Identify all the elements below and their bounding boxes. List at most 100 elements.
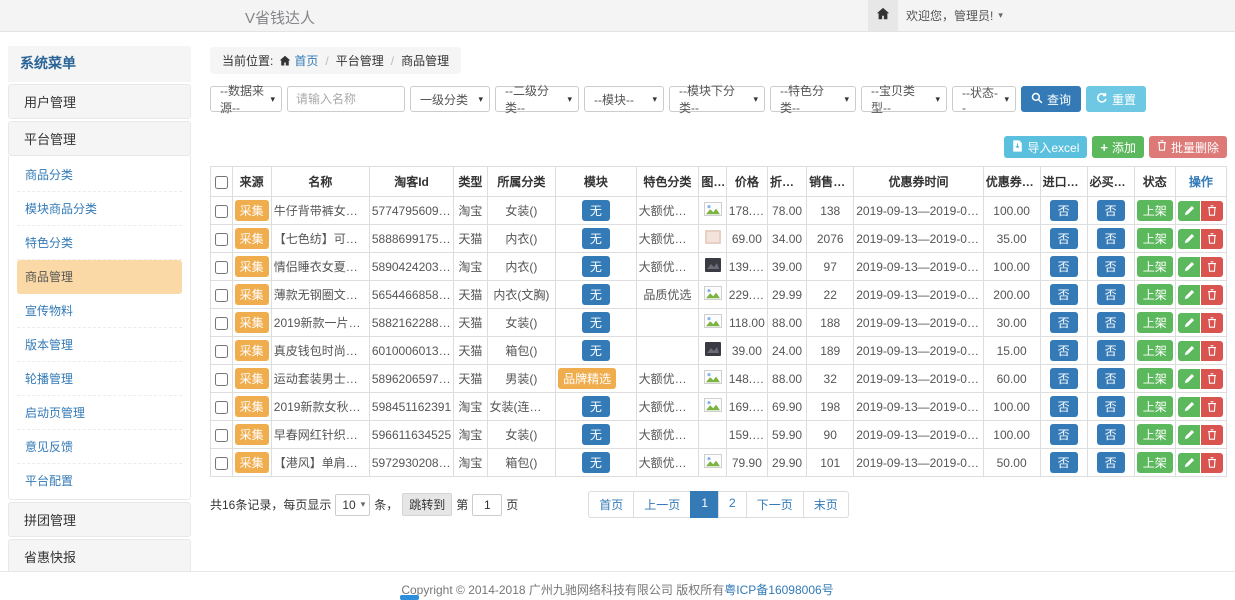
must-buy-toggle[interactable]: 否 [1097, 200, 1125, 221]
page-number-input[interactable] [472, 494, 502, 516]
sidebar-item-5[interactable]: 版本管理 [17, 328, 182, 362]
module-badge[interactable]: 无 [582, 424, 610, 445]
sidebar-item-4[interactable]: 宣传物料 [17, 294, 182, 328]
sidebar-item-8[interactable]: 意见反馈 [17, 430, 182, 464]
module-badge[interactable]: 无 [582, 452, 610, 473]
import-optional-toggle[interactable]: 否 [1050, 284, 1078, 305]
sidebar-item-7[interactable]: 启动页管理 [17, 396, 182, 430]
must-buy-toggle[interactable]: 否 [1097, 452, 1125, 473]
status-button[interactable]: 上架 [1137, 284, 1173, 305]
must-buy-toggle[interactable]: 否 [1097, 284, 1125, 305]
import-optional-toggle[interactable]: 否 [1050, 340, 1078, 361]
sidebar-group-2[interactable]: 拼团管理 [8, 502, 191, 537]
module-badge[interactable]: 无 [582, 284, 610, 305]
home-button[interactable] [868, 0, 898, 31]
status-button[interactable]: 上架 [1137, 368, 1173, 389]
row-checkbox[interactable] [215, 205, 228, 218]
page-button-4[interactable]: 下一页 [746, 491, 804, 518]
page-button-1[interactable]: 上一页 [633, 491, 691, 518]
import-optional-toggle[interactable]: 否 [1050, 396, 1078, 417]
sidebar-item-9[interactable]: 平台配置 [17, 464, 182, 497]
row-checkbox[interactable] [215, 261, 228, 274]
import-optional-toggle[interactable]: 否 [1050, 312, 1078, 333]
import-optional-toggle[interactable]: 否 [1050, 256, 1078, 277]
edit-button[interactable] [1178, 257, 1200, 277]
delete-button[interactable] [1201, 397, 1223, 417]
module-badge[interactable]: 无 [582, 228, 610, 249]
import-optional-toggle[interactable]: 否 [1050, 424, 1078, 445]
sidebar-item-3[interactable]: 商品管理 [17, 260, 182, 294]
row-checkbox[interactable] [215, 401, 228, 414]
import-optional-toggle[interactable]: 否 [1050, 368, 1078, 389]
delete-button[interactable] [1201, 369, 1223, 389]
sidebar-group-3[interactable]: 省惠快报 [8, 539, 191, 571]
delete-button[interactable] [1201, 453, 1223, 473]
filter-item-type-select[interactable]: --宝贝类型--▾ [861, 86, 947, 112]
delete-button[interactable] [1201, 201, 1223, 221]
status-button[interactable]: 上架 [1137, 256, 1173, 277]
status-button[interactable]: 上架 [1137, 312, 1173, 333]
user-menu[interactable]: 欢迎您，管理员! ▾ [906, 0, 1003, 31]
must-buy-toggle[interactable]: 否 [1097, 312, 1125, 333]
must-buy-toggle[interactable]: 否 [1097, 368, 1125, 389]
filter-level2-category-select[interactable]: --二级分类--▾ [495, 86, 579, 112]
sidebar-item-2[interactable]: 特色分类 [17, 226, 182, 260]
status-button[interactable]: 上架 [1137, 200, 1173, 221]
row-checkbox[interactable] [215, 317, 228, 330]
filter-data-source-select[interactable]: --数据来源--▾ [210, 86, 282, 112]
must-buy-toggle[interactable]: 否 [1097, 340, 1125, 361]
sidebar-item-1[interactable]: 模块商品分类 [17, 192, 182, 226]
sidebar-item-6[interactable]: 轮播管理 [17, 362, 182, 396]
status-button[interactable]: 上架 [1137, 228, 1173, 249]
module-badge[interactable]: 无 [582, 396, 610, 417]
filter-feature-category-select[interactable]: --特色分类--▾ [770, 86, 856, 112]
sidebar-item-0[interactable]: 商品分类 [17, 158, 182, 192]
delete-button[interactable] [1201, 285, 1223, 305]
edit-button[interactable] [1178, 341, 1200, 361]
edit-button[interactable] [1178, 201, 1200, 221]
edit-button[interactable] [1178, 425, 1200, 445]
jump-button[interactable]: 跳转到 [402, 493, 452, 516]
row-checkbox[interactable] [215, 289, 228, 302]
search-button[interactable]: 查询 [1021, 86, 1081, 112]
row-checkbox[interactable] [215, 457, 228, 470]
edit-button[interactable] [1178, 229, 1200, 249]
page-button-active[interactable]: 1 [690, 491, 719, 518]
delete-button[interactable] [1201, 341, 1223, 361]
status-button[interactable]: 上架 [1137, 452, 1173, 473]
filter-name-input[interactable] [287, 86, 405, 112]
must-buy-toggle[interactable]: 否 [1097, 396, 1125, 417]
filter-module-sub-category-select[interactable]: --模块下分类--▾ [669, 86, 765, 112]
reset-button[interactable]: 重置 [1086, 86, 1146, 112]
must-buy-toggle[interactable]: 否 [1097, 256, 1125, 277]
sidebar-group-1[interactable]: 平台管理 [8, 121, 191, 156]
status-button[interactable]: 上架 [1137, 424, 1173, 445]
batch-delete-button[interactable]: 批量删除 [1149, 136, 1227, 158]
import-optional-toggle[interactable]: 否 [1050, 200, 1078, 221]
edit-button[interactable] [1178, 397, 1200, 417]
import-optional-toggle[interactable]: 否 [1050, 228, 1078, 249]
page-button-0[interactable]: 首页 [588, 491, 634, 518]
row-checkbox[interactable] [215, 373, 228, 386]
status-button[interactable]: 上架 [1137, 340, 1173, 361]
edit-button[interactable] [1178, 453, 1200, 473]
edit-button[interactable] [1178, 285, 1200, 305]
delete-button[interactable] [1201, 257, 1223, 277]
status-button[interactable]: 上架 [1137, 396, 1173, 417]
select-all-checkbox[interactable] [215, 176, 228, 189]
add-button[interactable]: + 添加 [1092, 136, 1144, 158]
delete-button[interactable] [1201, 425, 1223, 445]
module-badge[interactable]: 无 [582, 312, 610, 333]
module-badge[interactable]: 无 [582, 340, 610, 361]
sidebar-group-0[interactable]: 用户管理 [8, 84, 191, 119]
per-page-select[interactable]: 10 ▾ [335, 494, 370, 516]
must-buy-toggle[interactable]: 否 [1097, 228, 1125, 249]
delete-button[interactable] [1201, 313, 1223, 333]
page-button-3[interactable]: 2 [718, 491, 747, 518]
icp-link[interactable]: 粤ICP备16098006号 [724, 583, 833, 597]
must-buy-toggle[interactable]: 否 [1097, 424, 1125, 445]
filter-level1-category-select[interactable]: 一级分类▾ [410, 86, 490, 112]
edit-button[interactable] [1178, 313, 1200, 333]
row-checkbox[interactable] [215, 233, 228, 246]
import-optional-toggle[interactable]: 否 [1050, 452, 1078, 473]
